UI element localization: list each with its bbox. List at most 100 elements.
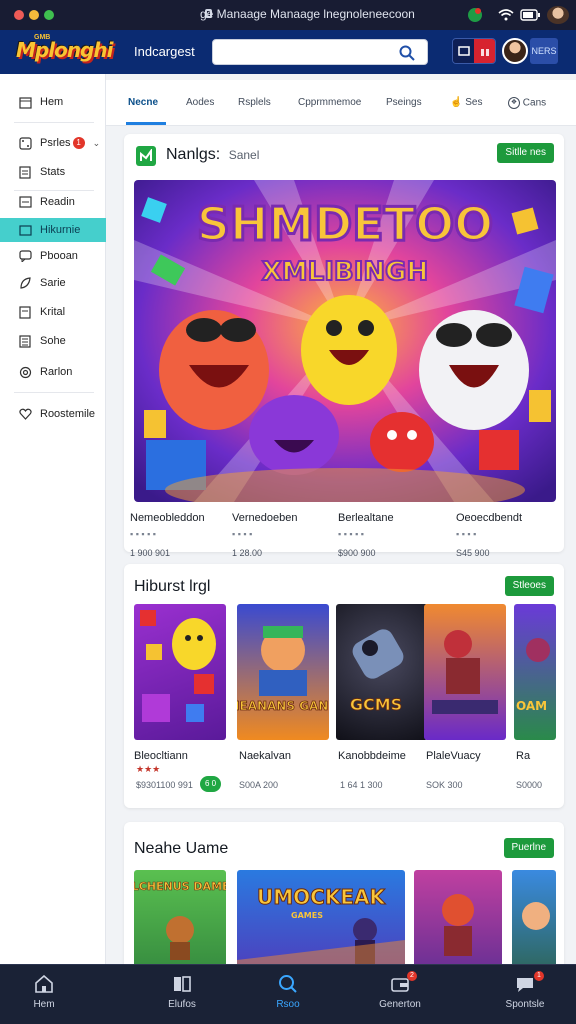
sidebar-item-stats[interactable]: Stats: [0, 160, 106, 184]
sidebar-item-sohe[interactable]: Sohe: [0, 329, 106, 353]
thumb-subtitle: GAMES: [291, 911, 323, 920]
header-action-buttons: [452, 38, 496, 64]
section-card: Hiburst lrgl Stleoes NEANANS GANE GCMS: [124, 564, 564, 808]
bottom-navigation: Hem Elufos Rsoo 2 Generton 1 Spontsle: [0, 964, 576, 1024]
hero-banner[interactable]: SHMDETOO XMLIBINGH: [134, 180, 556, 502]
tab-necne[interactable]: Necne: [128, 97, 158, 108]
featured-stat[interactable]: Oeoecdbendt ▪ ▪ ▪ ▪ S45 900: [456, 512, 556, 558]
search-icon[interactable]: [399, 45, 415, 66]
sidebar-item-hikurnie[interactable]: Hikurnie: [0, 218, 106, 242]
tab-rsplels[interactable]: Rsplels: [238, 97, 271, 108]
game-name[interactable]: PlaleVuacy: [426, 750, 481, 762]
close-window-dot[interactable]: [14, 10, 24, 20]
nav-search[interactable]: Rsoo: [253, 973, 323, 1010]
game-name[interactable]: Ra: [516, 750, 530, 762]
search-icon: [253, 973, 323, 995]
app-header: GMB Mplonghi Indcargest NERS: [0, 30, 576, 74]
thumb-title: OAM: [516, 699, 547, 713]
featured-stat[interactable]: Vernedoeben ▪ ▪ ▪ ▪ 1 28.00: [232, 512, 332, 558]
browser-extension-icon[interactable]: [466, 6, 484, 24]
sidebar-item-home[interactable]: Hem: [0, 90, 106, 114]
nav-label: Rsoo: [276, 999, 300, 1010]
featured-stat[interactable]: Nemeobleddon ▪ ▪ ▪ ▪ ▪ 1 900 901: [130, 512, 230, 558]
featured-app-icon: [136, 146, 156, 166]
game-name[interactable]: Kanobbdeime: [338, 750, 406, 762]
sidebar-item-krital[interactable]: Krital: [0, 300, 106, 324]
sidebar-item-readin[interactable]: Readin: [0, 190, 106, 214]
browser-top-bar: ge Manaage Manaage lnegnoleneecoon: [0, 0, 576, 30]
game-value: S00A 200: [239, 780, 279, 790]
sidebar-item-rarlon[interactable]: Rarlon: [0, 360, 106, 384]
calendar-icon: [18, 95, 32, 109]
tab-ses[interactable]: ☝ Ses: [450, 97, 482, 108]
sidebar-item-label: Sohe: [40, 335, 66, 347]
section-more-button[interactable]: Stleoes: [504, 576, 554, 596]
game-thumbnail[interactable]: [424, 604, 506, 740]
sidebar: Hem Psrles 1 ⌄ Stats Readin Hikurnie Pbo…: [0, 74, 106, 964]
address-bar-url[interactable]: ge Manaage Manaage lnegnoleneecoon: [200, 7, 415, 21]
featured-title: Nanlgs: Sanel: [166, 146, 259, 164]
red-character: [159, 310, 269, 430]
sidebar-item-roostemile[interactable]: Roostemile: [0, 402, 106, 426]
wifi-icon: [497, 6, 515, 24]
list-icon: [18, 334, 32, 348]
list-icon: [18, 195, 32, 209]
game-name[interactable]: Bleocltiann: [134, 750, 188, 762]
sidebar-item-label: Readin: [40, 196, 75, 208]
nav-home[interactable]: Hem: [9, 973, 79, 1010]
minimize-window-dot[interactable]: [29, 10, 39, 20]
rating-stars: ★★★: [136, 764, 161, 774]
active-tab-indicator: [126, 122, 166, 125]
game-thumbnail[interactable]: UMOCKEAK GAMES: [237, 870, 405, 964]
notification-badge: 1: [534, 971, 544, 981]
chevron-down-icon[interactable]: ⌄: [93, 138, 101, 149]
sidebar-item-label: Rarlon: [40, 366, 73, 378]
sidebar-item-label: Hem: [40, 96, 64, 108]
user-avatar[interactable]: [502, 38, 528, 64]
game-thumbnail[interactable]: NEANANS GANE: [237, 604, 329, 740]
folder-icon: [18, 223, 32, 237]
sidebar-item-pbooan[interactable]: Pbooan: [0, 244, 106, 268]
featured-title-text: Nanlgs:: [166, 146, 221, 163]
featured-stat-sub: ▪ ▪ ▪ ▪: [232, 529, 253, 539]
chat-bubble-icon: 1: [490, 971, 560, 995]
sidebar-item-sarie[interactable]: Sarie: [0, 271, 106, 295]
game-thumbnail[interactable]: NLCHENUS DAMES: [134, 870, 226, 964]
search-input[interactable]: [212, 39, 428, 65]
document-icon: [18, 165, 32, 179]
game-thumbnail[interactable]: GCMS: [336, 604, 428, 740]
game-name[interactable]: Naekalvan: [239, 750, 291, 762]
battery-icon: [520, 6, 540, 24]
game-thumbnail[interactable]: OAM: [514, 604, 556, 740]
account-button[interactable]: NERS: [530, 38, 558, 64]
profile-avatar-icon[interactable]: [547, 6, 569, 24]
maximize-window-dot[interactable]: [44, 10, 54, 20]
game-thumbnail[interactable]: [134, 604, 226, 740]
section-more-button[interactable]: Puerlne: [503, 838, 554, 858]
game-badge: 6 0: [200, 776, 222, 792]
compass-icon: ❖: [508, 97, 520, 109]
nav-label: Hem: [33, 999, 55, 1010]
tab-aodes[interactable]: Aodes: [186, 97, 214, 108]
featured-stat[interactable]: Berlealtane ▪ ▪ ▪ ▪ ▪ $900 900: [338, 512, 438, 558]
section-title: Hiburst lrgl: [134, 578, 211, 595]
sidebar-item-psrles[interactable]: Psrles 1 ⌄: [0, 131, 106, 155]
heart-icon: [18, 407, 32, 421]
gift-button[interactable]: [474, 39, 495, 63]
featured-more-button[interactable]: Sitlle nes: [497, 143, 554, 163]
section-title: Neahe Uame: [134, 840, 229, 857]
tab-cpprmmemoe[interactable]: Cpprmmemoe: [298, 97, 361, 108]
featured-stat-name: Berlealtane: [338, 512, 394, 524]
nav-elufos[interactable]: Elufos: [147, 973, 217, 1010]
featured-stat-name: Oeoecdbendt: [456, 512, 523, 524]
cart-button[interactable]: [453, 39, 474, 63]
app-logo[interactable]: Mplonghi: [16, 38, 113, 62]
nav-generton[interactable]: 2 Generton: [365, 971, 435, 1010]
header-label[interactable]: Indcargest: [134, 44, 195, 59]
tab-pseings[interactable]: Pseings: [386, 97, 422, 108]
game-thumbnail[interactable]: [512, 870, 556, 964]
nav-spontsle[interactable]: 1 Spontsle: [490, 971, 560, 1010]
game-thumbnail[interactable]: [414, 870, 502, 964]
tab-cans[interactable]: ❖ Cans: [508, 97, 546, 109]
notification-badge: 2: [407, 971, 417, 981]
